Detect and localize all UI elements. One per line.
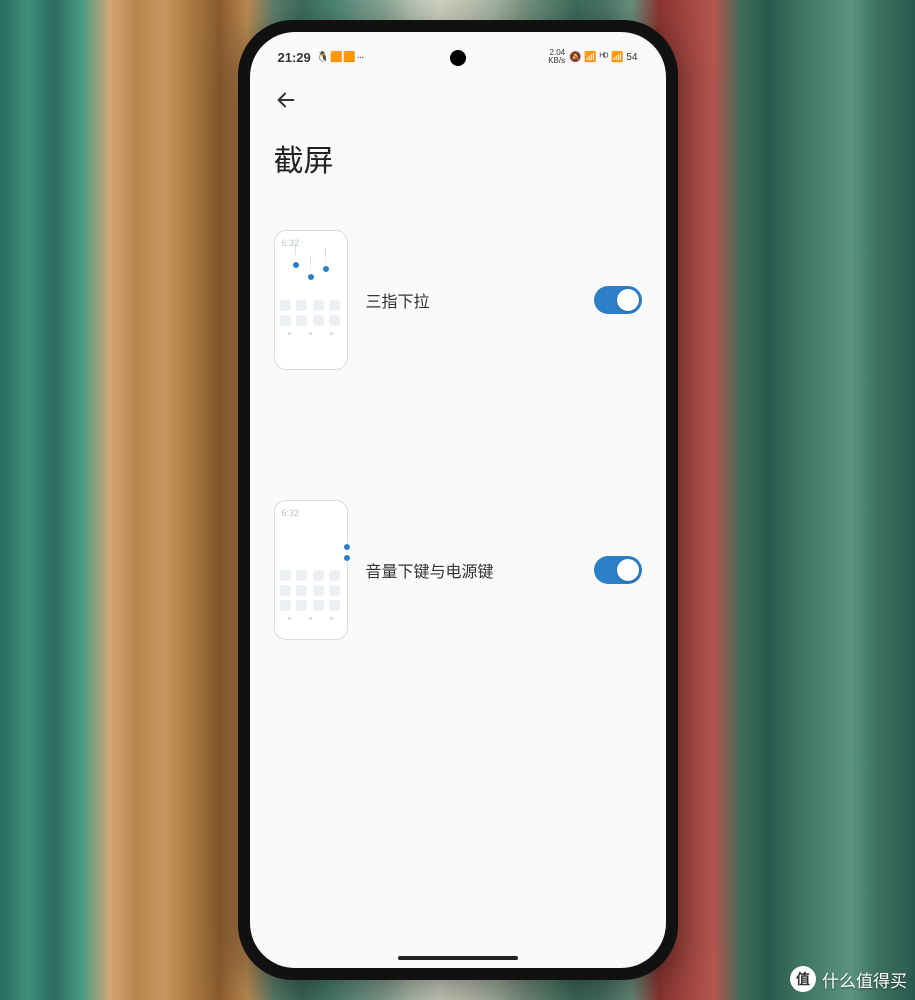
setting-three-finger-swipe: 6:32 三指下拉 [274,230,642,370]
illus-time: 6:32 [280,238,342,248]
illus-nav [280,332,342,335]
illustration-three-finger: 6:32 [274,230,348,370]
status-time: 21:29 [278,50,311,65]
setting-label: 三指下拉 [366,288,576,312]
settings-list: 6:32 三指下拉 6:32 [250,190,666,640]
phone-screen: 21:29 🐧 🟧 🟧 ··· 2.04 KB/s 🔕 📶 ᴴᴰ 📶 54 截屏… [250,32,666,968]
toggle-volume-power[interactable] [594,556,642,584]
watermark-text: 什么值得买 [822,967,907,992]
status-indicators: 🔕 📶 ᴴᴰ 📶 54 [569,52,637,63]
camera-notch [450,50,466,66]
illus-nav [280,617,342,620]
watermark: 值 什么值得买 [790,966,907,992]
notification-icons: 🐧 🟧 🟧 ··· [317,52,364,63]
network-speed: 2.04 KB/s [548,49,565,65]
toggle-three-finger[interactable] [594,286,642,314]
button-press-icon [343,543,351,562]
status-right: 2.04 KB/s 🔕 📶 ᴴᴰ 📶 54 [548,49,637,65]
page-title: 截屏 [250,116,666,190]
back-button[interactable] [270,84,302,116]
illus-app-grid [280,300,342,326]
setting-volume-power: 6:32 音量下键与电源键 [274,500,642,640]
setting-label: 音量下键与电源键 [366,558,576,582]
header [250,74,666,116]
illustration-button-combo: 6:32 [274,500,348,640]
watermark-badge: 值 [790,966,816,992]
illus-app-grid [280,570,342,611]
arrow-left-icon [275,89,297,111]
illus-time: 6:32 [280,508,342,518]
phone-frame: 21:29 🐧 🟧 🟧 ··· 2.04 KB/s 🔕 📶 ᴴᴰ 📶 54 截屏… [238,20,678,980]
swipe-gesture-icon [280,254,342,290]
home-indicator[interactable] [398,956,518,960]
status-left: 21:29 🐧 🟧 🟧 ··· [278,50,364,65]
